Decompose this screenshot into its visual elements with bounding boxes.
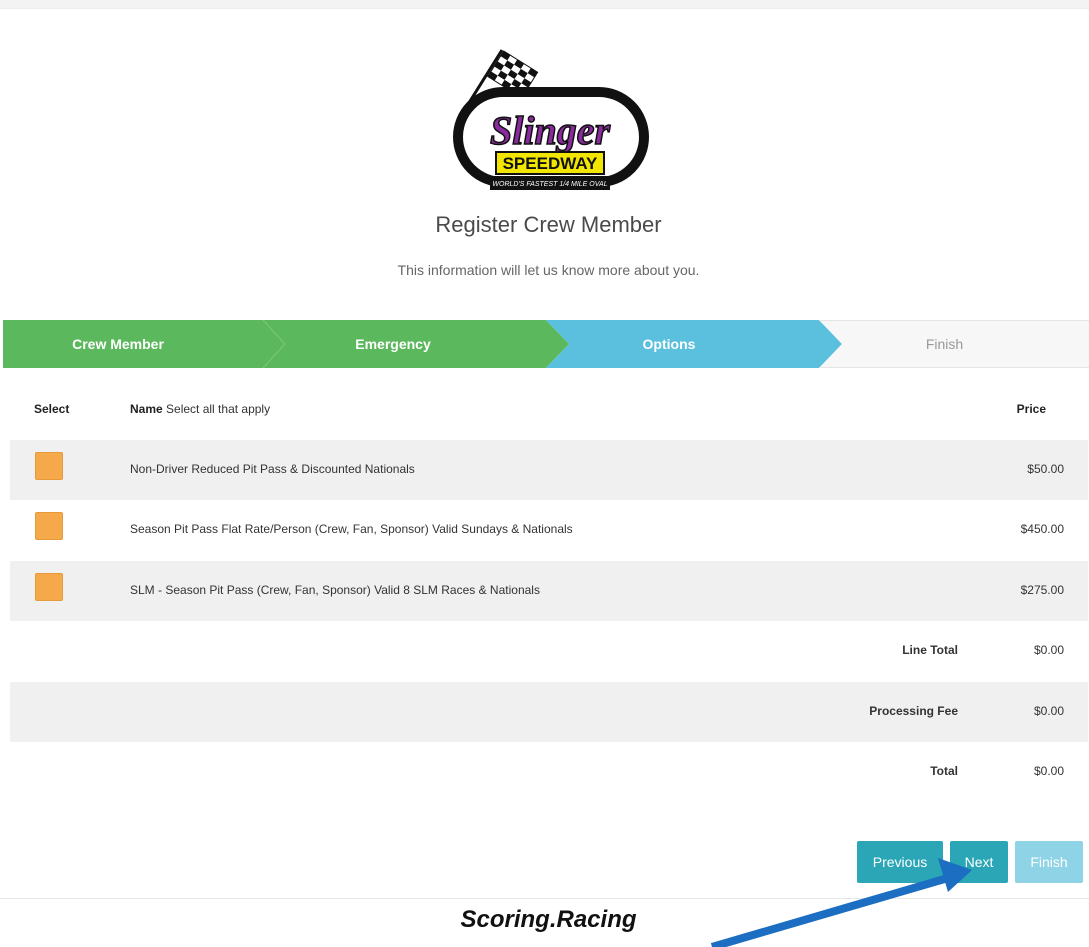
footer-divider <box>0 898 1089 899</box>
wizard-step-options[interactable]: Options <box>569 320 769 368</box>
line-total-value: $0.00 <box>1033 643 1064 657</box>
total-row: Total $0.00 <box>10 742 1088 802</box>
wizard-step-finish[interactable]: Finish <box>842 320 1047 368</box>
option-price: $275.00 <box>1020 583 1064 597</box>
option-checkbox[interactable] <box>35 573 63 601</box>
column-header-price: Price <box>1016 402 1046 416</box>
footer-brand: Scoring.Racing <box>460 906 637 933</box>
column-header-select: Select <box>34 402 70 416</box>
logo-tagline-text: WORLD'S FASTEST 1/4 MILE OVAL <box>492 181 607 188</box>
processing-fee-value: $0.00 <box>1033 704 1064 718</box>
table-row: Non-Driver Reduced Pit Pass & Discounted… <box>10 440 1088 500</box>
option-name: Season Pit Pass Flat Rate/Person (Crew, … <box>130 522 573 536</box>
finish-button[interactable]: Finish <box>1015 841 1083 883</box>
page-subtitle: This information will let us know more a… <box>397 262 700 278</box>
option-checkbox[interactable] <box>35 452 63 480</box>
column-header-name: Name Select all that apply <box>130 402 270 416</box>
option-price: $450.00 <box>1020 522 1064 536</box>
processing-fee-label: Processing Fee <box>869 704 958 718</box>
page-title: Register Crew Member <box>435 212 662 237</box>
previous-button[interactable]: Previous <box>857 841 943 883</box>
processing-fee-row: Processing Fee $0.00 <box>10 682 1088 742</box>
option-price: $50.00 <box>1027 462 1064 476</box>
table-row: Season Pit Pass Flat Rate/Person (Crew, … <box>10 500 1088 560</box>
logo-brand-text: Slinger <box>490 108 610 153</box>
option-name: SLM - Season Pit Pass (Crew, Fan, Sponso… <box>130 583 540 597</box>
wizard-step-emergency[interactable]: Emergency <box>283 320 503 368</box>
column-header-name-hint: Select all that apply <box>166 402 271 416</box>
next-button[interactable]: Next <box>950 841 1008 883</box>
top-bar <box>0 0 1089 9</box>
table-row: SLM - Season Pit Pass (Crew, Fan, Sponso… <box>10 561 1088 621</box>
wizard-step-crew-member[interactable]: Crew Member <box>3 320 233 368</box>
option-checkbox[interactable] <box>35 512 63 540</box>
line-total-label: Line Total <box>902 643 958 657</box>
total-label: Total <box>930 764 958 778</box>
slinger-speedway-logo: Slinger SPEEDWAY WORLD'S FASTEST 1/4 MIL… <box>440 44 660 204</box>
total-value: $0.00 <box>1033 764 1064 778</box>
line-total-row: Line Total $0.00 <box>10 621 1088 681</box>
option-name: Non-Driver Reduced Pit Pass & Discounted… <box>130 462 415 476</box>
wizard-steps: Crew Member Emergency Options Finish <box>3 320 1089 368</box>
column-header-name-label: Name <box>130 402 163 416</box>
options-table-header: Select Name Select all that apply Price <box>10 392 1088 426</box>
logo-sub-text: SPEEDWAY <box>503 154 598 173</box>
